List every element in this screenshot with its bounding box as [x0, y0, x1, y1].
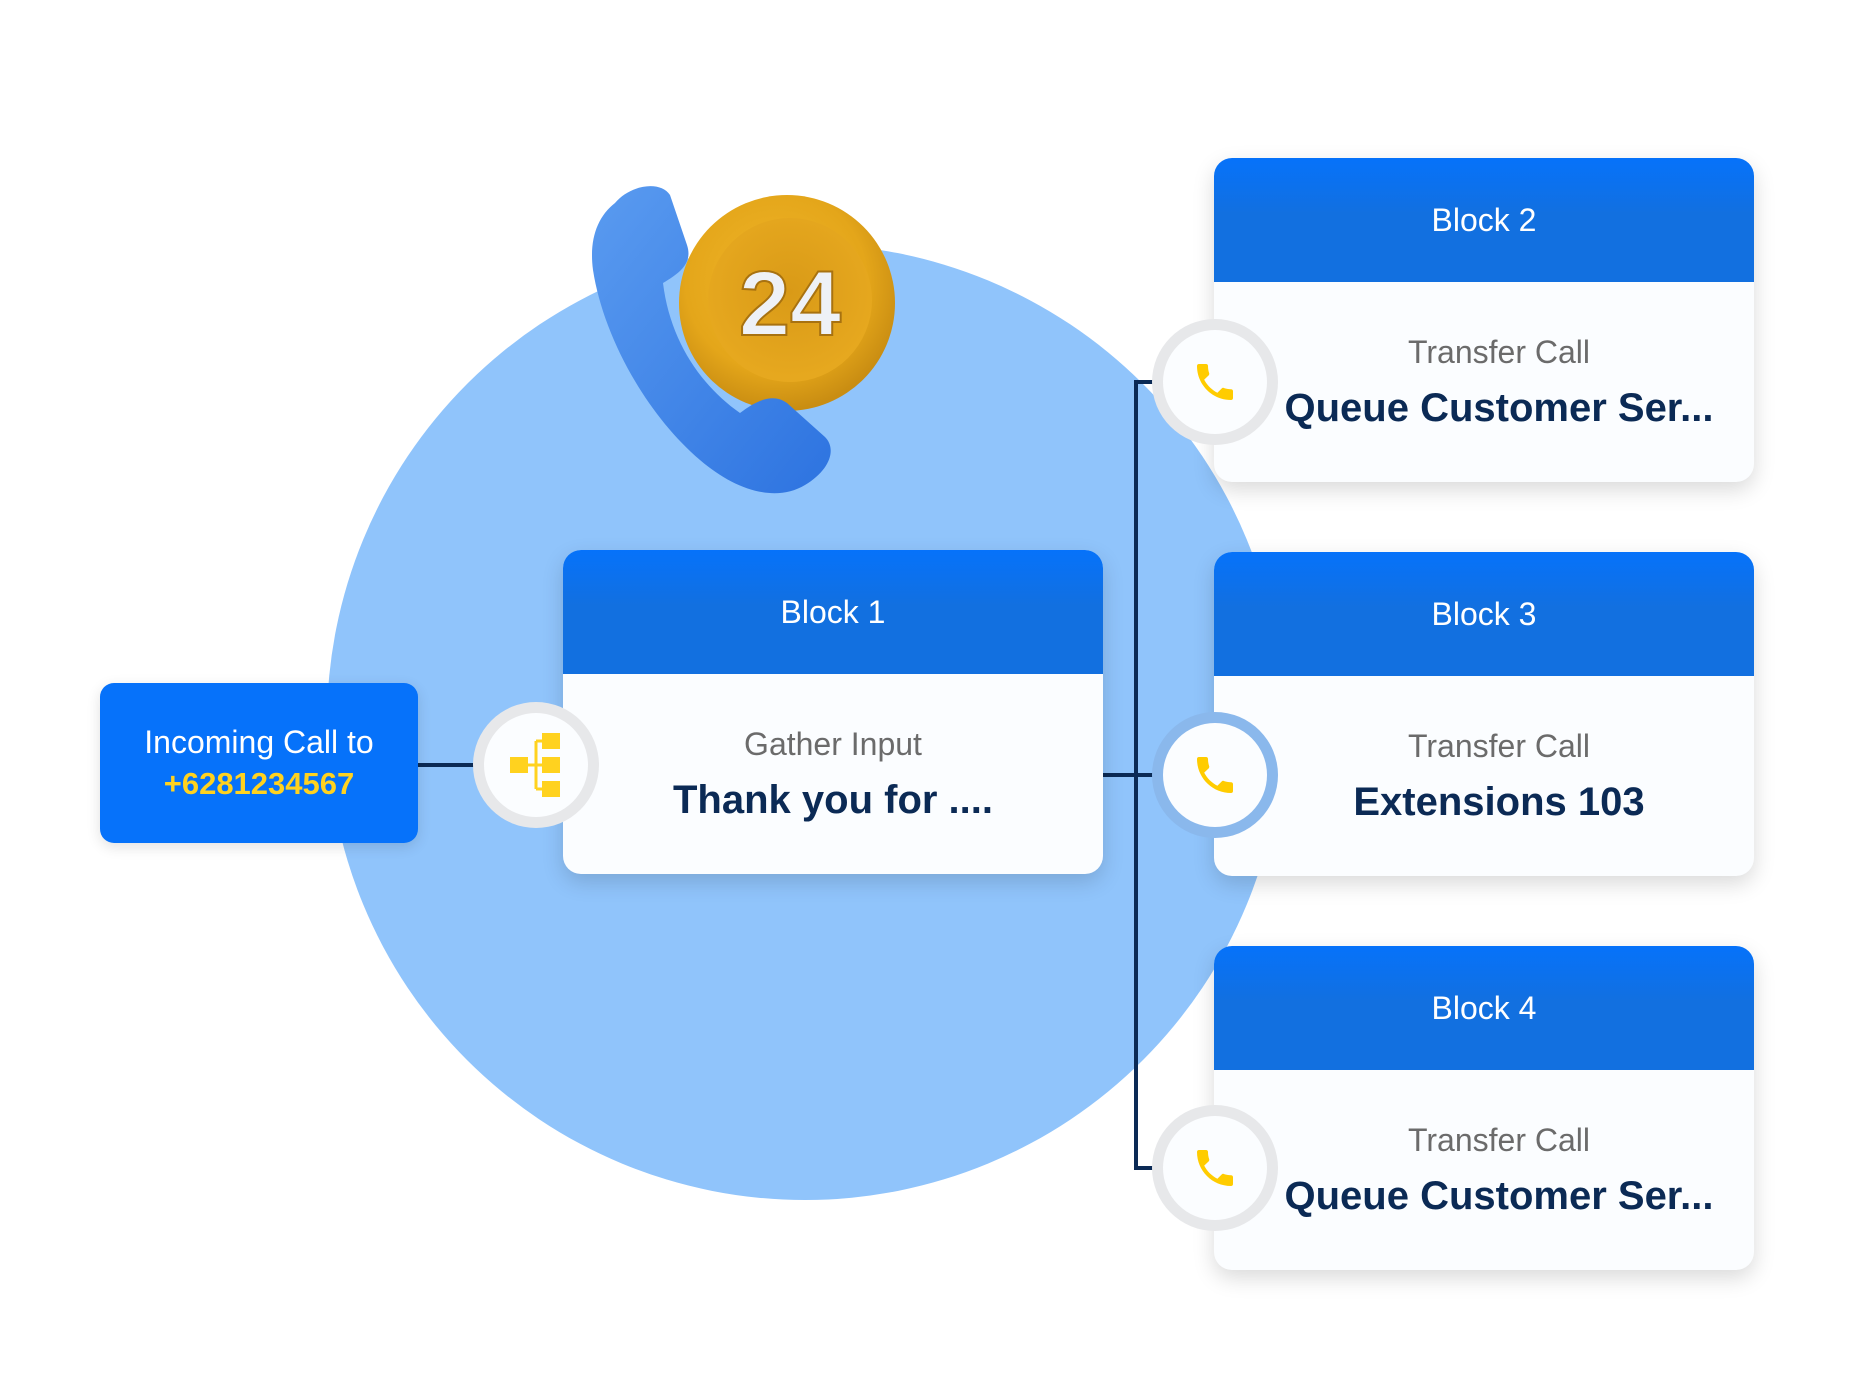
phone-icon	[1197, 1150, 1233, 1186]
24-hour-phone-icon: 24	[591, 186, 895, 494]
block-1[interactable]: Block 1 Gather Input Thank you for ....	[563, 550, 1103, 874]
block-3-header: Block 3	[1214, 552, 1754, 676]
block-2-value: Queue Customer Ser...	[1284, 386, 1714, 430]
block-2-type: Transfer Call	[1408, 334, 1590, 370]
incoming-call-number: +6281234567	[163, 766, 355, 801]
block-3-value: Extensions 103	[1353, 780, 1645, 824]
block-2-phone-node[interactable]	[1163, 330, 1267, 434]
gather-input-node[interactable]	[484, 713, 588, 817]
block-2-header: Block 2	[1214, 158, 1754, 282]
block-2[interactable]: Block 2 Transfer Call Queue Customer Ser…	[1214, 158, 1754, 482]
hero-badge-text: 24	[739, 253, 841, 355]
block-3[interactable]: Block 3 Transfer Call Extensions 103	[1214, 552, 1754, 876]
block-1-value: Thank you for ....	[672, 778, 994, 822]
block-4[interactable]: Block 4 Transfer Call Queue Customer Ser…	[1214, 946, 1754, 1270]
block-1-type: Gather Input	[744, 726, 922, 762]
flow-hierarchy-icon	[510, 733, 560, 797]
block-4-type: Transfer Call	[1408, 1122, 1590, 1158]
connector-incoming-to-block1	[418, 763, 492, 767]
block-3-type: Transfer Call	[1408, 728, 1590, 764]
incoming-call-node[interactable]: Incoming Call to +6281234567	[100, 683, 418, 843]
block-4-header: Block 4	[1214, 946, 1754, 1070]
block-1-header: Block 1	[563, 550, 1103, 674]
block-3-phone-node[interactable]	[1163, 723, 1267, 827]
block-4-value: Queue Customer Ser...	[1284, 1174, 1714, 1218]
phone-icon	[1197, 364, 1233, 400]
incoming-call-label: Incoming Call to	[144, 724, 374, 760]
phone-icon	[1197, 757, 1233, 793]
block-4-phone-node[interactable]	[1163, 1116, 1267, 1220]
